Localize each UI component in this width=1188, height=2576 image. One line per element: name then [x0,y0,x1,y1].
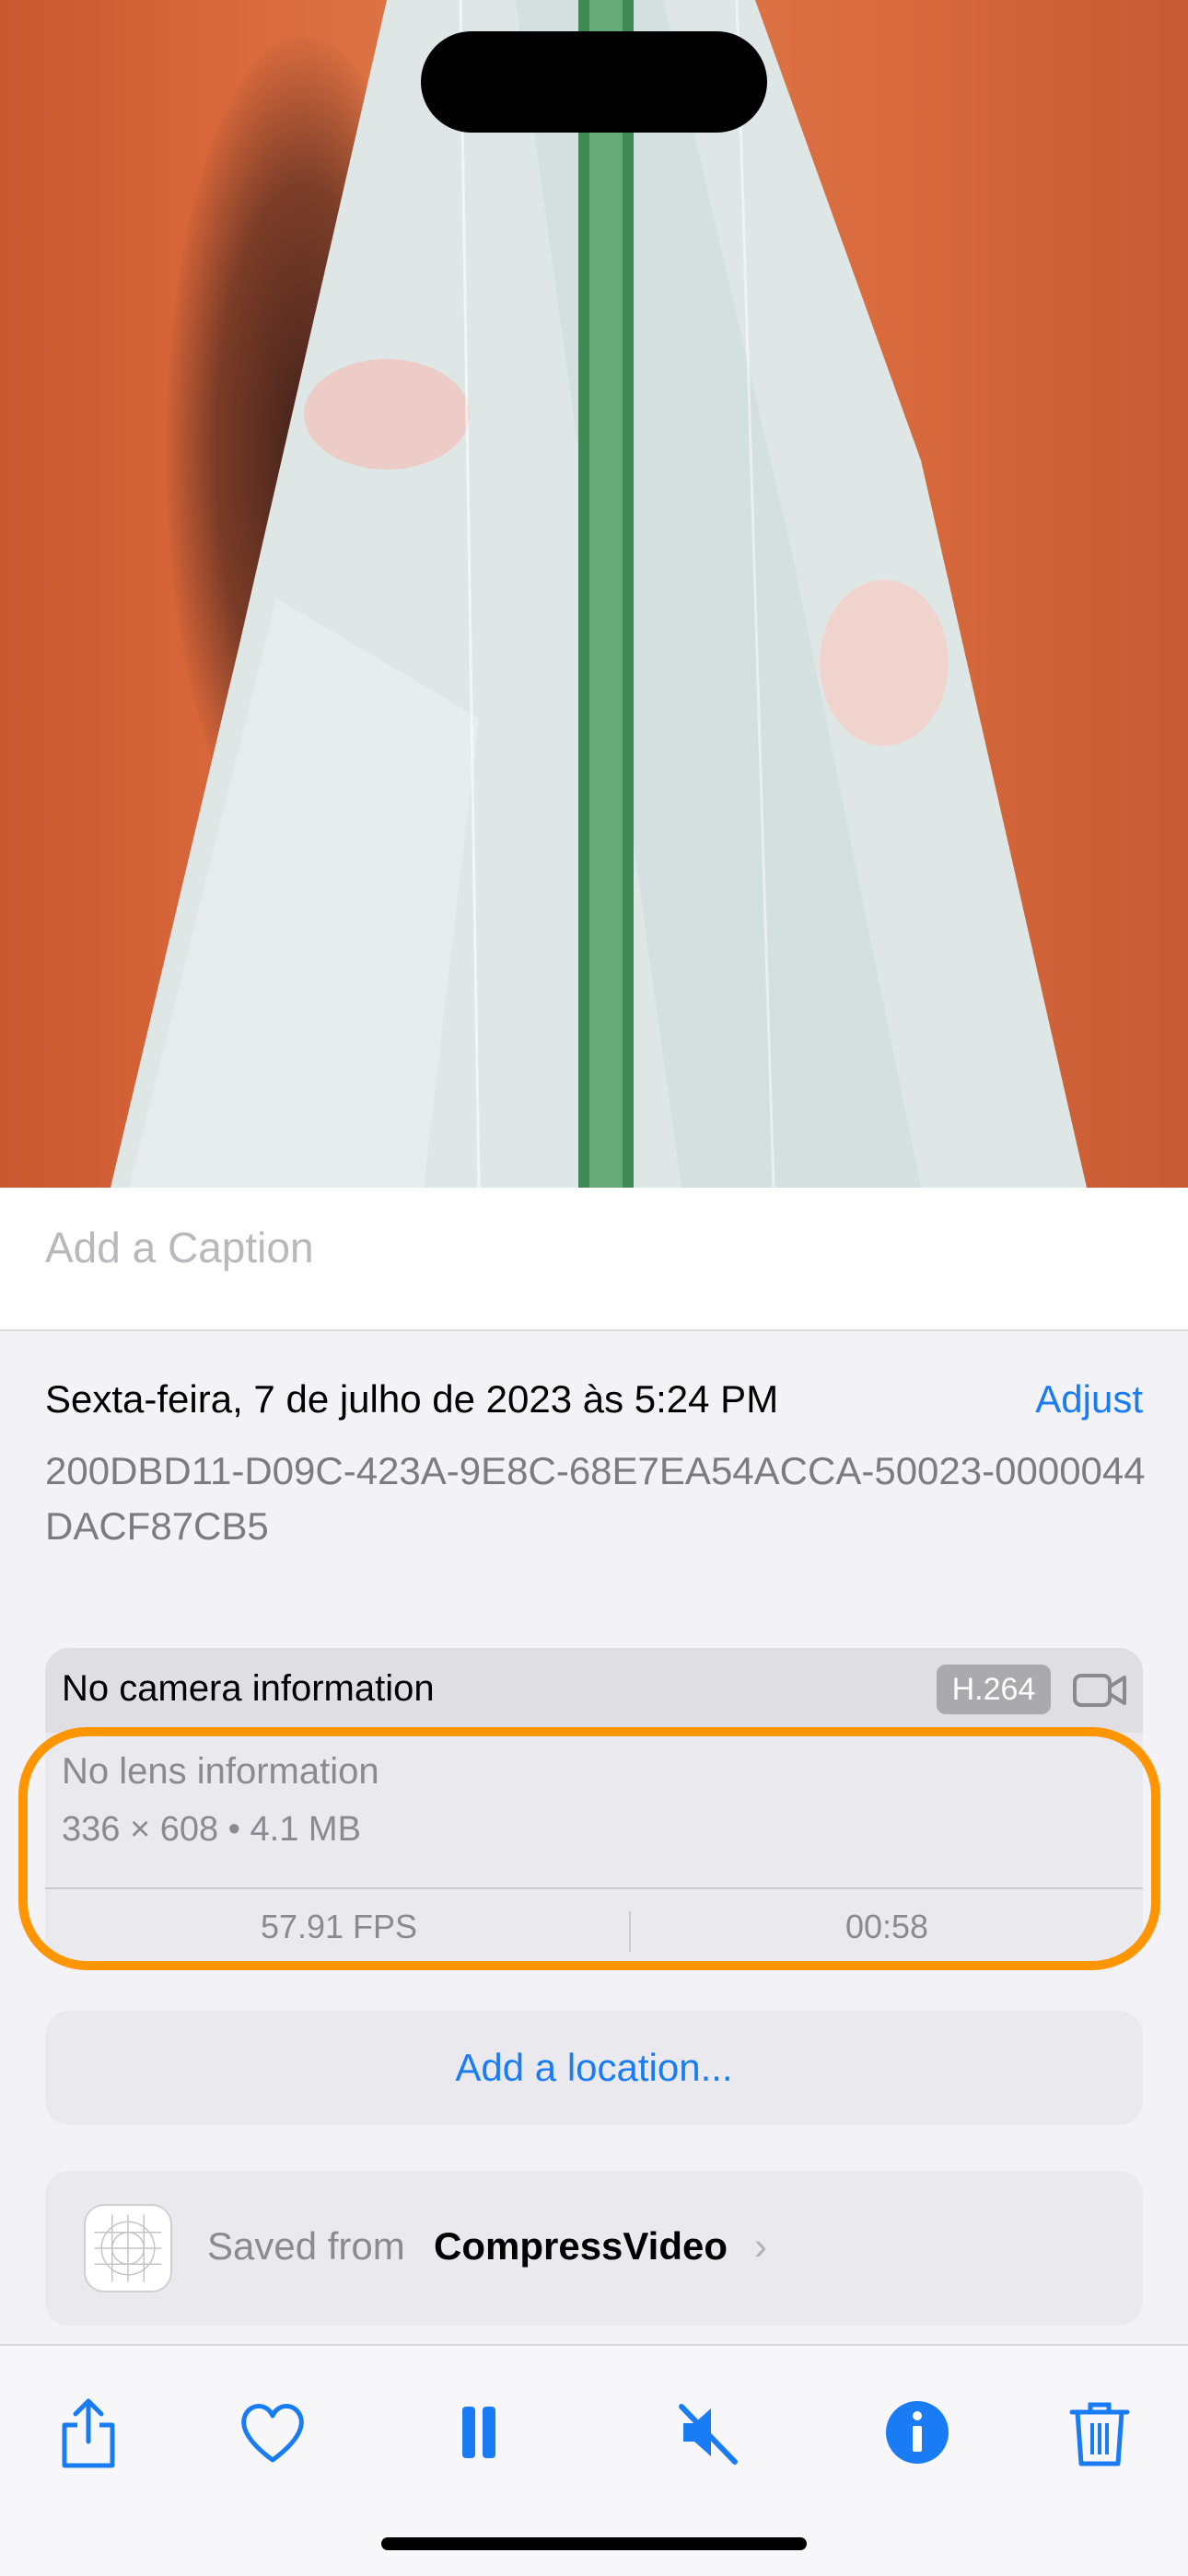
compressvideo-app-icon [84,2204,172,2292]
saved-from-row[interactable]: Saved from CompressVideo › [45,2171,1143,2326]
video-frame [111,0,1087,1188]
camera-title: No camera information [62,1668,435,1709]
pause-icon[interactable] [442,2396,516,2469]
duration-value: 00:58 [844,1908,929,1945]
file-name: 200DBD11-D09C-423A-9E8C-68E7EA54ACCA-500… [45,1449,1146,1548]
caption-bar[interactable]: Add a Caption [0,1188,1188,1331]
camera-info-header: No camera information H.264 [45,1648,1143,1733]
trash-icon[interactable] [1063,2396,1136,2469]
chevron-right-icon: › [754,2224,767,2268]
codec-badge: H.264 [937,1665,1051,1714]
card-divider [45,1887,1143,1889]
heart-icon[interactable] [236,2396,309,2469]
saved-from-app-name: CompressVideo [434,2224,728,2268]
saved-from-label: Saved from [207,2224,405,2268]
video-camera-icon [1073,1674,1126,1707]
lens-info: No lens information [62,1751,379,1792]
add-location-button[interactable]: Add a location... [45,2011,1143,2125]
video-preview[interactable] [0,0,1188,1188]
camera-info-card: No camera information H.264 No lens info… [45,1648,1143,1963]
capture-date: Sexta-feira, 7 de julho de 2023 às 5:24 … [45,1377,779,1421]
dynamic-island [421,31,767,133]
share-icon[interactable] [52,2396,125,2469]
caption-input[interactable]: Add a Caption [45,1223,314,1272]
home-indicator [381,2537,807,2550]
dimensions-size: 336 × 608 • 4.1 MB [62,1810,361,1849]
info-icon[interactable] [880,2396,954,2469]
fps-value: 57.91 FPS [260,1908,418,1945]
adjust-button[interactable]: Adjust [1035,1377,1143,1421]
mute-icon[interactable] [670,2396,744,2469]
